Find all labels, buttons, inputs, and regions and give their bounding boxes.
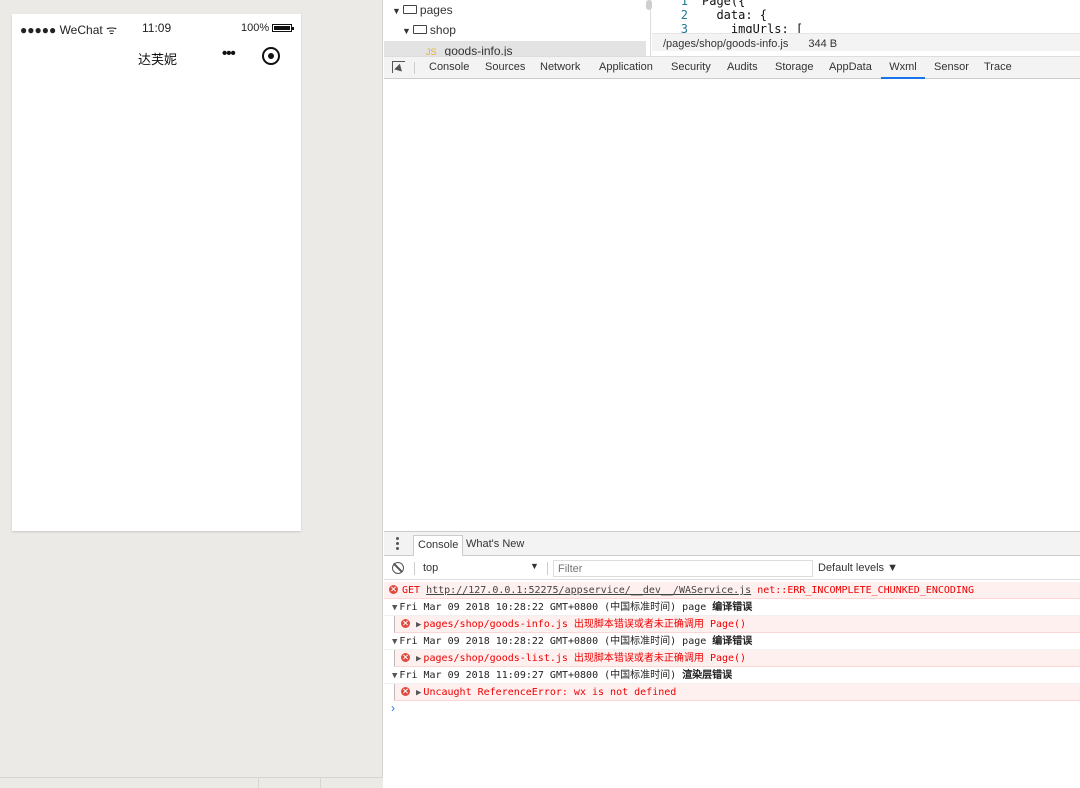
- footer-divider: [258, 778, 259, 788]
- close-capsule-icon[interactable]: [262, 47, 280, 65]
- tab-console[interactable]: Console: [429, 57, 469, 79]
- js-file-icon: JS: [426, 47, 437, 56]
- console-toolbar: top ▼ Default levels ▼: [384, 557, 1080, 580]
- status-bar: ●●●●● WeChat ᯤ 11:09 100%: [12, 14, 301, 42]
- folder-icon: [402, 5, 417, 15]
- tab-network[interactable]: Network: [540, 57, 580, 79]
- tab-sources[interactable]: Sources: [485, 57, 525, 79]
- page-title: 达芙妮: [138, 52, 178, 67]
- error-icon: [389, 584, 398, 594]
- code-line: 2 data: {: [680, 8, 768, 22]
- file-info-bar: /pages/shop/goods-info.js 344 B: [652, 33, 1080, 51]
- file-tree: ▼ pages ▼ shop JS goods-info.js: [384, 0, 652, 56]
- collapse-caret-icon[interactable]: ▼: [392, 668, 397, 683]
- simulator-footer: [0, 777, 383, 788]
- tab-storage[interactable]: Storage: [775, 57, 814, 79]
- clear-console-icon[interactable]: [392, 562, 404, 574]
- toolbar-divider: [547, 562, 548, 575]
- log-group-header[interactable]: ▼ Fri Mar 09 2018 10:28:22 GMT+0800 (中国标准…: [384, 633, 1080, 650]
- context-dropdown-icon[interactable]: ▼: [530, 561, 539, 571]
- wxml-panel: [384, 79, 1080, 531]
- collapse-caret-icon[interactable]: ▼: [392, 634, 397, 649]
- log-group-header[interactable]: ▼ Fri Mar 09 2018 11:09:27 GMT+0800 (中国标准…: [384, 667, 1080, 684]
- more-menu-icon[interactable]: •••: [222, 45, 236, 62]
- log-row-error: ▶ pages/shop/goods-info.js 出现脚本错误或者未正确调用 …: [394, 616, 1080, 633]
- devtools-tabbar: Console Sources Network Application Secu…: [384, 56, 1080, 79]
- error-icon: [401, 652, 410, 662]
- context-select[interactable]: top: [423, 562, 543, 574]
- tree-item-goods-info[interactable]: JS goods-info.js: [426, 44, 513, 56]
- log-row-error: ▶ pages/shop/goods-list.js 出现脚本错误或者未正确调用 …: [394, 650, 1080, 667]
- file-size: 344 B: [808, 38, 838, 50]
- tab-wxml[interactable]: Wxml: [881, 57, 925, 79]
- tab-divider: [414, 62, 415, 74]
- footer-divider: [320, 778, 321, 788]
- drawer-tab-console[interactable]: Console: [413, 535, 464, 556]
- inspect-element-icon[interactable]: [392, 61, 405, 73]
- tree-item-shop[interactable]: ▼ shop: [402, 23, 456, 37]
- tab-audits[interactable]: Audits: [727, 57, 758, 79]
- console-drawer: Console What's New top ▼ Default levels …: [384, 531, 1080, 788]
- filter-input[interactable]: [553, 560, 813, 577]
- wifi-icon: ᯤ: [106, 23, 118, 37]
- mini-program-navbar: 达芙妮 •••: [12, 42, 301, 72]
- expand-caret-icon[interactable]: ▶: [416, 651, 421, 666]
- tree-item-pages[interactable]: ▼ pages: [392, 3, 453, 17]
- file-path: /pages/shop/goods-info.js: [663, 38, 789, 50]
- error-icon: [401, 618, 410, 628]
- battery-icon: [272, 24, 295, 33]
- tab-security[interactable]: Security: [671, 57, 711, 79]
- source-link[interactable]: http://127.0.0.1:52275/appservice/__dev_…: [426, 585, 751, 596]
- tab-application[interactable]: Application: [599, 57, 653, 79]
- drawer-menu-icon[interactable]: [396, 537, 399, 550]
- phone-screen: ●●●●● WeChat ᯤ 11:09 100% 达芙妮 •••: [12, 14, 301, 531]
- expand-caret-icon[interactable]: ▼: [402, 26, 411, 36]
- tab-appdata[interactable]: AppData: [829, 57, 872, 79]
- drawer-tabbar: Console What's New: [384, 532, 1080, 556]
- expand-caret-icon[interactable]: ▶: [416, 617, 421, 632]
- log-row-network-error: GET http://127.0.0.1:52275/appservice/__…: [384, 582, 1080, 599]
- code-editor[interactable]: 1 Page({ 2 data: { 3 imgUrls: [: [652, 0, 803, 36]
- log-levels-dropdown[interactable]: Default levels ▼: [818, 562, 898, 574]
- tab-trace[interactable]: Trace: [984, 57, 1012, 79]
- editor-area: ▼ pages ▼ shop JS goods-info.js 1 Page({ 2 d…: [384, 0, 1080, 56]
- toolbar-divider: [414, 562, 415, 575]
- tab-sensor[interactable]: Sensor: [934, 57, 969, 79]
- log-row-error: ▶ Uncaught ReferenceError: wx is not defi…: [394, 684, 1080, 701]
- carrier-label: ●●●●● WeChat ᯤ: [20, 23, 118, 37]
- status-time: 11:09: [142, 21, 172, 35]
- folder-icon: [412, 25, 427, 35]
- expand-caret-icon[interactable]: ▼: [392, 6, 401, 16]
- collapse-caret-icon[interactable]: ▼: [392, 600, 397, 615]
- expand-caret-icon[interactable]: ▶: [416, 685, 421, 700]
- error-icon: [401, 686, 410, 696]
- tree-item-selected[interactable]: [384, 41, 646, 56]
- log-group-header[interactable]: ▼ Fri Mar 09 2018 10:28:22 GMT+0800 (中国标准…: [384, 599, 1080, 616]
- console-output: GET http://127.0.0.1:52275/appservice/__…: [384, 582, 1080, 717]
- simulator-pane: ●●●●● WeChat ᯤ 11:09 100% 达芙妮 •••: [0, 0, 383, 788]
- battery-indicator: 100%: [241, 22, 295, 34]
- console-prompt[interactable]: ›: [384, 701, 1080, 717]
- code-line: 1 Page({: [680, 0, 746, 8]
- drawer-tab-whats-new[interactable]: What's New: [462, 535, 528, 556]
